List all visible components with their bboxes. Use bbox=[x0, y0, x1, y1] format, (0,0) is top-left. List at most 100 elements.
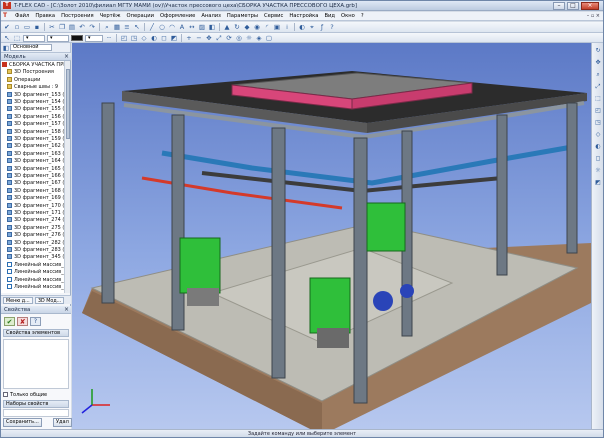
menu-item[interactable]: Вид bbox=[321, 12, 338, 21]
3d-viewport[interactable] bbox=[72, 43, 591, 429]
pan-icon[interactable]: ✥ bbox=[205, 34, 213, 42]
menu-item[interactable]: Файл bbox=[12, 12, 32, 21]
cancel-button[interactable]: ✘ bbox=[17, 317, 28, 326]
view-pan-icon[interactable]: ✥ bbox=[594, 59, 602, 67]
level-dropdown[interactable]: ▾ bbox=[47, 34, 69, 42]
shade-icon[interactable]: ◐ bbox=[150, 34, 158, 42]
array-icon[interactable]: ⁞ bbox=[283, 23, 291, 31]
redo-icon[interactable]: ↷ bbox=[88, 23, 96, 31]
menu-item[interactable]: ? bbox=[358, 12, 367, 21]
doc-window-controls[interactable]: – ▫ × bbox=[587, 13, 600, 20]
window-icon[interactable]: ▢ bbox=[265, 34, 273, 42]
view-iso-icon[interactable]: ◇ bbox=[140, 34, 148, 42]
rotate-icon[interactable]: ↻ bbox=[233, 23, 241, 31]
menu-item[interactable]: Окно bbox=[338, 12, 358, 21]
color-swatch[interactable] bbox=[71, 35, 83, 41]
wire-icon[interactable]: ◻ bbox=[160, 34, 168, 42]
view-top-icon[interactable]: ◳ bbox=[130, 34, 138, 42]
view-light-icon[interactable]: ☼ bbox=[594, 167, 602, 175]
extrude-icon[interactable]: ▲ bbox=[223, 23, 231, 31]
grid-icon[interactable]: ▦ bbox=[113, 23, 121, 31]
section-icon[interactable]: ◩ bbox=[170, 34, 178, 42]
menu-item[interactable]: Сервис bbox=[261, 12, 286, 21]
menu-item[interactable]: Правка bbox=[32, 12, 58, 21]
undo-icon[interactable]: ↶ bbox=[78, 23, 86, 31]
tab-menu[interactable]: Меню д... bbox=[3, 297, 33, 304]
select-icon[interactable]: ⬚ bbox=[13, 34, 21, 42]
dimension-icon[interactable]: ↔ bbox=[188, 23, 196, 31]
menu-item[interactable]: Анализ bbox=[198, 12, 224, 21]
view-selector[interactable]: Основной bbox=[10, 44, 52, 51]
maximize-button[interactable]: □ bbox=[567, 2, 579, 10]
boolean-icon[interactable]: ◉ bbox=[253, 23, 261, 31]
delete-property-button[interactable]: Удал bbox=[53, 418, 72, 427]
render-icon[interactable]: ◐ bbox=[298, 23, 306, 31]
parameters-icon[interactable]: ƒ bbox=[318, 23, 326, 31]
menu-item[interactable]: Настройка bbox=[286, 12, 321, 21]
view-front-icon[interactable]: ◰ bbox=[120, 34, 128, 42]
arrow-icon[interactable]: ↖ bbox=[3, 34, 11, 42]
orbit-icon[interactable]: ⟳ bbox=[225, 34, 233, 42]
menu-item[interactable]: Операции bbox=[124, 12, 157, 21]
menu-item[interactable]: Оформление bbox=[157, 12, 198, 21]
material-icon[interactable]: ◈ bbox=[255, 34, 263, 42]
view-window-icon[interactable]: ⬚ bbox=[594, 95, 602, 103]
help-button[interactable]: ? bbox=[30, 317, 41, 326]
pointer-icon[interactable]: ↖ bbox=[133, 23, 141, 31]
view-wire-icon[interactable]: ◻ bbox=[594, 155, 602, 163]
view-fit-icon[interactable]: ⤢ bbox=[594, 83, 602, 91]
measure-icon[interactable]: ⌖ bbox=[308, 23, 316, 31]
save-icon[interactable]: ▪ bbox=[33, 23, 41, 31]
tab-3d-model[interactable]: 3D Мод... bbox=[35, 297, 65, 304]
view-iso-icon[interactable]: ◇ bbox=[594, 131, 602, 139]
shell-icon[interactable]: ▣ bbox=[273, 23, 281, 31]
camera-icon[interactable]: ◎ bbox=[235, 34, 243, 42]
linestyle-icon[interactable]: ┄ bbox=[105, 34, 113, 42]
checkmark-icon[interactable]: ✔ bbox=[3, 23, 11, 31]
close-panel-icon[interactable]: × bbox=[64, 53, 69, 61]
view-section-icon[interactable]: ◩ bbox=[594, 179, 602, 187]
help-icon[interactable]: ? bbox=[328, 23, 336, 31]
only-common-row[interactable]: Только общие bbox=[3, 391, 69, 399]
scrollbar-thumb[interactable] bbox=[66, 69, 70, 139]
element-properties-group[interactable]: Свойства элементов bbox=[3, 329, 69, 337]
save-property-button[interactable]: Сохранить... bbox=[3, 418, 42, 427]
open-folder-icon[interactable]: ▭ bbox=[23, 23, 31, 31]
layer-dropdown[interactable]: ▾ bbox=[23, 34, 45, 42]
ok-button[interactable]: ✔ bbox=[4, 317, 15, 326]
view-zoom-icon[interactable]: ⌕ bbox=[594, 71, 602, 79]
menu-item[interactable]: Чертёж bbox=[97, 12, 124, 21]
cut-icon[interactable]: ✂ bbox=[48, 23, 56, 31]
text-icon[interactable]: A bbox=[178, 23, 186, 31]
loft-icon[interactable]: ◆ bbox=[243, 23, 251, 31]
layers-icon[interactable]: ≡ bbox=[123, 23, 131, 31]
fragment-icon[interactable]: ◧ bbox=[208, 23, 216, 31]
hatch-icon[interactable]: ▨ bbox=[198, 23, 206, 31]
light-icon[interactable]: ☼ bbox=[245, 34, 253, 42]
view-rotate-icon[interactable]: ↻ bbox=[594, 47, 602, 55]
tree-item[interactable]: Линейный массив_129 bbox=[1, 283, 65, 291]
fit-icon[interactable]: ⤢ bbox=[215, 34, 223, 42]
close-panel-icon[interactable]: × bbox=[64, 306, 69, 314]
close-button[interactable]: × bbox=[581, 2, 599, 10]
copy-icon[interactable]: ❐ bbox=[58, 23, 66, 31]
view-top-icon[interactable]: ◳ bbox=[594, 119, 602, 127]
tree-scrollbar[interactable] bbox=[64, 61, 70, 293]
paste-icon[interactable]: ▤ bbox=[68, 23, 76, 31]
line-icon[interactable]: ╱ bbox=[148, 23, 156, 31]
menu-item[interactable]: Построения bbox=[58, 12, 97, 21]
circle-icon[interactable]: ○ bbox=[158, 23, 166, 31]
zoom-in-icon[interactable]: + bbox=[185, 34, 193, 42]
new-file-icon[interactable]: ▫ bbox=[13, 23, 21, 31]
view-shade-icon[interactable]: ◐ bbox=[594, 143, 602, 151]
zoom-icon[interactable]: ⌕ bbox=[103, 23, 111, 31]
only-common-checkbox[interactable] bbox=[3, 392, 8, 397]
linetype-dropdown[interactable]: ▾ bbox=[85, 34, 103, 42]
view-front-icon[interactable]: ◰ bbox=[594, 107, 602, 115]
minimize-button[interactable]: – bbox=[553, 2, 565, 10]
zoom-out-icon[interactable]: − bbox=[195, 34, 203, 42]
menu-item[interactable]: Параметры bbox=[224, 12, 261, 21]
property-sets-group[interactable]: Наборы свойств bbox=[3, 400, 69, 408]
arc-icon[interactable]: ◠ bbox=[168, 23, 176, 31]
fillet-icon[interactable]: ◜ bbox=[263, 23, 271, 31]
